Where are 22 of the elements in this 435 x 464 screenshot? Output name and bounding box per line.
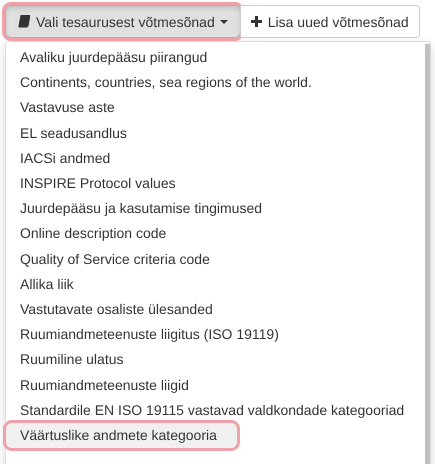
menu-item[interactable]: Avaliku juurdepääsu piirangud <box>6 45 425 70</box>
toolbar-button[interactable]: Vali tesaurusest võtmesõnad <box>5 5 241 38</box>
menu-item[interactable]: Allika liik <box>6 272 425 298</box>
menu-item[interactable]: Vastavuse aste <box>6 95 425 121</box>
menu-item[interactable]: IACSi andmed <box>6 146 425 172</box>
menu-item[interactable]: Vastutavate osaliste ülesanded <box>6 297 425 322</box>
menu-item[interactable]: Ruumiline ulatus <box>6 347 425 373</box>
menu-item[interactable]: Quality of Service criteria code <box>6 246 425 272</box>
book-icon <box>18 15 30 28</box>
menu-item[interactable]: Standardile EN ISO 19115 vastavad valdkondade kategooriad <box>6 398 425 424</box>
menu-item[interactable]: Ruumiandmeteenuste liigitus (ISO 19119) <box>6 322 425 348</box>
menu-item[interactable]: EL seadusandlus <box>6 120 425 146</box>
menu-item[interactable]: Ruumiandmeteenuste liigid <box>6 372 425 398</box>
menu-item[interactable]: Väärtuslike andmete kategooria <box>6 423 237 448</box>
plus-icon <box>250 16 262 27</box>
scrollbar[interactable] <box>425 44 430 464</box>
menu-item[interactable]: INSPIRE Protocol values <box>6 171 425 196</box>
menu-item[interactable]: Continents, countries, sea regions of the world. <box>6 70 425 96</box>
caret-icon <box>220 20 228 24</box>
menu-item[interactable]: Online description code <box>6 221 425 247</box>
menu-item[interactable]: Juurdepääsu ja kasutamise tingimused <box>6 196 425 222</box>
toolbar-button[interactable]: Lisa uued võtmesõnad <box>240 5 420 38</box>
